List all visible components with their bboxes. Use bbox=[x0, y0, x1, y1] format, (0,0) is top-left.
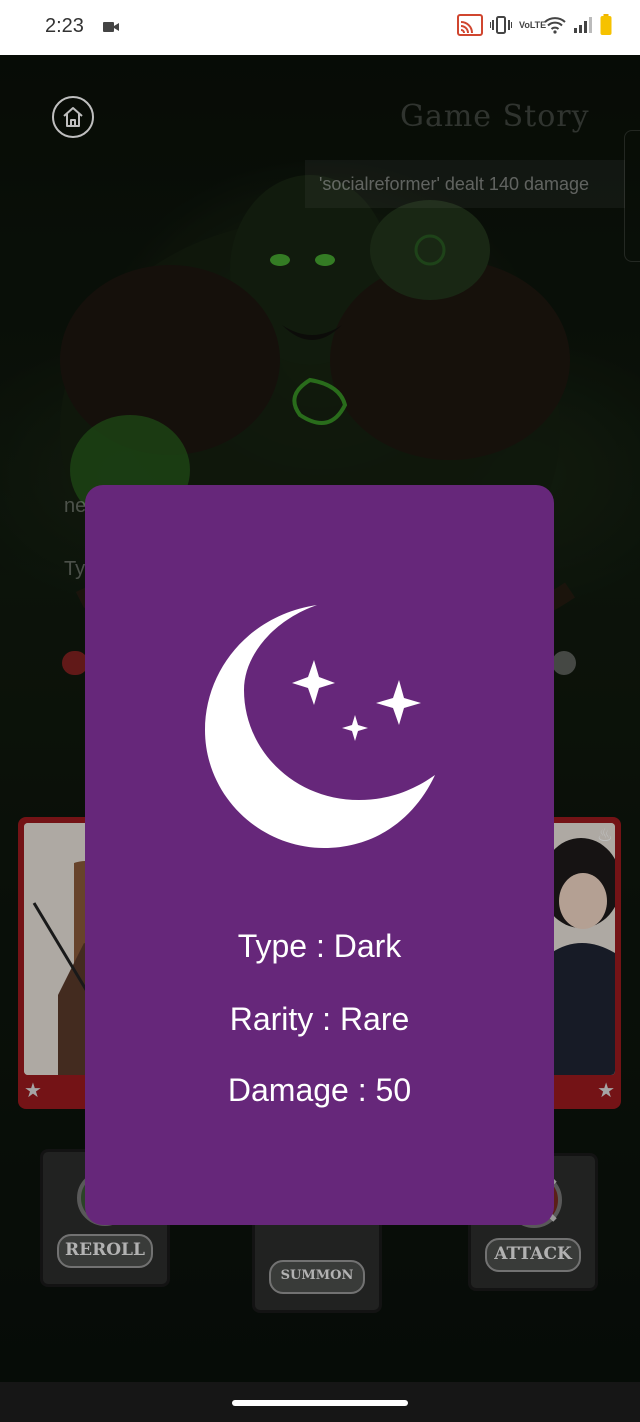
status-bar: 2:23 VoLTE bbox=[0, 0, 640, 55]
card-rarity-text: Rarity : Rare bbox=[229, 1001, 410, 1037]
video-icon bbox=[103, 22, 119, 32]
wifi-icon bbox=[544, 17, 566, 34]
volte-icon: VoLTE bbox=[519, 19, 547, 30]
gesture-handle[interactable] bbox=[232, 1400, 408, 1406]
battery-icon bbox=[600, 14, 612, 35]
card-type-text: Type : Dark bbox=[237, 928, 402, 964]
signal-icon bbox=[574, 17, 592, 33]
system-nav-bar bbox=[0, 1382, 640, 1422]
status-time: 2:23 bbox=[45, 15, 84, 37]
vibrate-icon bbox=[490, 16, 512, 34]
card-detail-modal: Type : Dark Rarity : Rare Damage : 50 bbox=[85, 485, 554, 1225]
moon-stars-icon bbox=[205, 605, 435, 848]
status-icons: VoLTE bbox=[457, 14, 612, 36]
card-damage-text: Damage : 50 bbox=[227, 1072, 412, 1108]
cast-icon bbox=[457, 14, 483, 36]
